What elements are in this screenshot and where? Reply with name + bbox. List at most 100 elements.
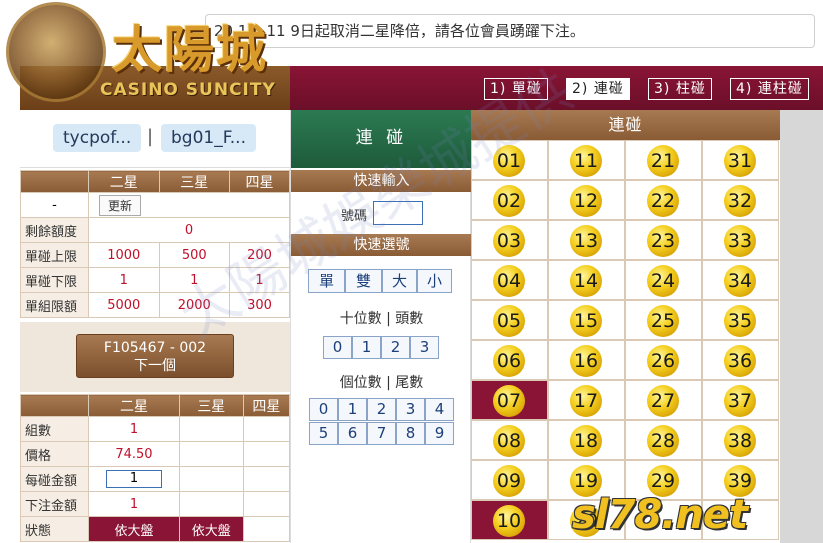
small-button[interactable]: 小 [417,269,452,293]
number-cell[interactable]: 11 [548,140,625,180]
number-cell[interactable]: 28 [625,420,702,460]
dash-cell: - [20,192,89,218]
user-chip-account[interactable]: tycpof... [53,124,142,152]
number-input[interactable] [373,201,423,225]
ones-digit-7[interactable]: 7 [367,422,396,445]
number-cell[interactable]: 18 [548,420,625,460]
ones-digit-0[interactable]: 0 [309,398,338,421]
number-ball[interactable]: 24 [647,265,679,297]
number-ball[interactable]: 38 [724,425,756,457]
number-cell[interactable]: 06 [471,340,548,380]
number-ball[interactable]: 26 [647,345,679,377]
number-ball[interactable]: 01 [493,145,525,177]
number-cell[interactable]: 34 [702,260,779,300]
odd-button[interactable]: 單 [308,269,345,293]
number-cell[interactable]: 04 [471,260,548,300]
number-cell[interactable]: 09 [471,460,548,500]
ones-digit-8[interactable]: 8 [396,422,425,445]
number-cell[interactable]: 21 [625,140,702,180]
number-cell[interactable]: 33 [702,220,779,260]
number-ball[interactable]: 22 [647,185,679,217]
number-cell[interactable]: 16 [548,340,625,380]
number-ball[interactable]: 32 [724,185,756,217]
number-cell[interactable]: 32 [702,180,779,220]
number-cell[interactable]: 22 [625,180,702,220]
ones-digit-2[interactable]: 2 [367,398,396,421]
number-cell[interactable]: 14 [548,260,625,300]
number-ball[interactable]: 28 [647,425,679,457]
next-button[interactable]: F105467 - 002 下一個 [76,334,234,378]
number-cell[interactable]: 31 [702,140,779,180]
number-ball[interactable]: 09 [493,465,525,497]
number-cell[interactable]: 02 [471,180,548,220]
ones-digit-3[interactable]: 3 [396,398,425,421]
number-cell[interactable]: 03 [471,220,548,260]
number-cell[interactable]: 27 [625,380,702,420]
number-cell[interactable]: 12 [548,180,625,220]
number-cell[interactable]: 23 [625,220,702,260]
amount-input[interactable]: 1 [105,470,162,488]
number-ball[interactable]: 07 [493,385,525,417]
user-chip-agent[interactable]: bg01_F... [161,124,256,152]
number-ball[interactable]: 31 [724,145,756,177]
tens-digit-3[interactable]: 3 [410,336,439,359]
number-ball[interactable]: 34 [724,265,756,297]
ones-digit-4[interactable]: 4 [425,398,454,421]
number-cell[interactable]: 07 [471,380,548,420]
number-ball[interactable]: 06 [493,345,525,377]
middle-panel: 連 碰 快速輸入 號碼 快速選號 單 雙 大 小 十位數 | 頭數 0 1 2 … [290,110,472,543]
number-ball[interactable]: 15 [570,305,602,337]
number-ball[interactable]: 10 [493,505,525,537]
number-ball[interactable]: 23 [647,225,679,257]
number-ball[interactable]: 03 [493,225,525,257]
tab-multi-column[interactable]: 4) 連柱碰 [730,78,809,100]
number-cell[interactable]: 10 [471,500,548,540]
number-ball[interactable]: 36 [724,345,756,377]
number-ball[interactable]: 11 [570,145,602,177]
number-ball[interactable]: 25 [647,305,679,337]
number-cell[interactable]: 38 [702,420,779,460]
ones-digit-1[interactable]: 1 [338,398,367,421]
number-cell[interactable]: 37 [702,380,779,420]
ones-digit-5[interactable]: 5 [309,422,338,445]
update-button[interactable]: 更新 [99,194,142,216]
number-ball[interactable]: 04 [493,265,525,297]
number-cell[interactable]: 01 [471,140,548,180]
number-ball[interactable]: 27 [647,385,679,417]
number-cell[interactable]: 15 [548,300,625,340]
tab-column[interactable]: 3) 柱碰 [648,78,712,100]
tens-digit-0[interactable]: 0 [323,336,352,359]
number-cell[interactable]: 36 [702,340,779,380]
number-cell[interactable]: 05 [471,300,548,340]
number-ball[interactable]: 12 [570,185,602,217]
table-row: 組數 1 [20,416,291,442]
tab-single[interactable]: 1) 單碰 [484,78,548,100]
ones-digit-6[interactable]: 6 [338,422,367,445]
number-cell[interactable]: 26 [625,340,702,380]
number-ball[interactable]: 14 [570,265,602,297]
number-ball[interactable]: 16 [570,345,602,377]
even-button[interactable]: 雙 [345,269,382,293]
ones-digit-9[interactable]: 9 [425,422,454,445]
number-ball[interactable]: 18 [570,425,602,457]
number-ball[interactable]: 21 [647,145,679,177]
number-ball[interactable]: 05 [493,305,525,337]
row-label: 剩餘額度 [20,217,89,243]
number-cell[interactable]: 35 [702,300,779,340]
number-ball[interactable]: 08 [493,425,525,457]
number-ball[interactable]: 17 [570,385,602,417]
number-ball[interactable]: 35 [724,305,756,337]
big-button[interactable]: 大 [382,269,417,293]
number-cell[interactable]: 24 [625,260,702,300]
number-cell[interactable]: 25 [625,300,702,340]
number-ball[interactable]: 37 [724,385,756,417]
number-cell[interactable]: 17 [548,380,625,420]
tab-multi[interactable]: 2) 連碰 [566,78,630,100]
number-ball[interactable]: 13 [570,225,602,257]
number-ball[interactable]: 02 [493,185,525,217]
number-ball[interactable]: 33 [724,225,756,257]
tens-digit-2[interactable]: 2 [381,336,410,359]
number-cell[interactable]: 13 [548,220,625,260]
tens-digit-1[interactable]: 1 [352,336,381,359]
number-cell[interactable]: 08 [471,420,548,460]
